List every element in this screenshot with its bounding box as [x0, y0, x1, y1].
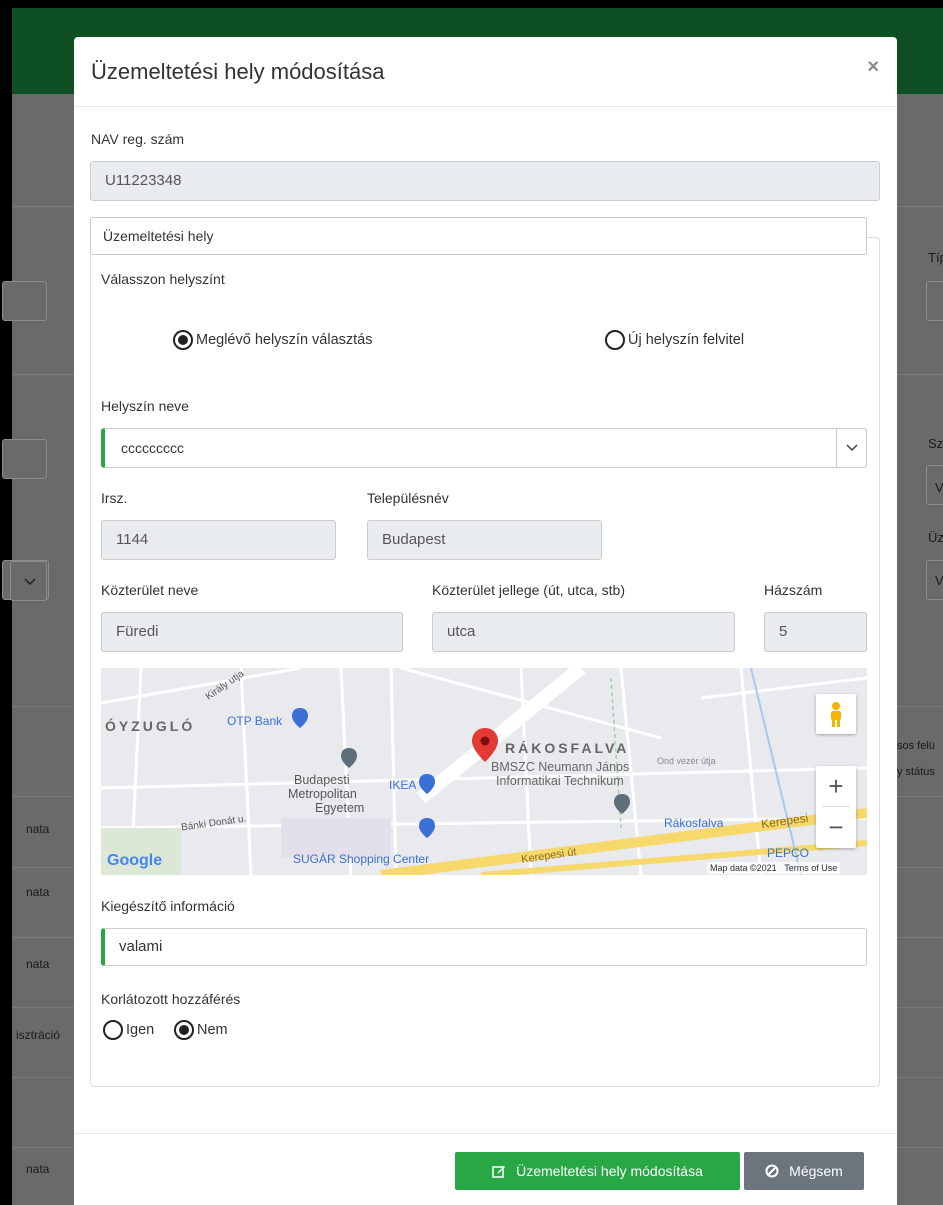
location-name-select[interactable]: ccccccccc	[101, 428, 867, 468]
extra-info-input[interactable]: valami	[101, 928, 867, 966]
edit-location-modal: Üzemeltetési hely módosítása × NAV reg. …	[74, 37, 897, 1205]
radio-restricted-no[interactable]: Nem	[174, 1020, 228, 1040]
cancel-label: Mégsem	[789, 1163, 843, 1179]
bg-row-2: nata	[26, 885, 50, 899]
radio-new-label: Új helyszín felvitel	[628, 332, 745, 348]
street-view-pegman[interactable]	[816, 694, 856, 734]
school-icon	[614, 794, 630, 814]
modal-title: Üzemeltetési hely módosítása	[91, 59, 385, 84]
city-field[interactable]: Budapest	[367, 520, 602, 560]
house-number-label: Házszám	[764, 582, 823, 598]
bg-row-1: nata	[26, 822, 50, 836]
shop-icon-2	[419, 818, 435, 838]
zip-field[interactable]: 1144	[101, 520, 336, 560]
street-type-field[interactable]: utca	[432, 612, 735, 652]
bg-label-sz: Sz	[928, 436, 943, 451]
street-label: Közterület neve	[101, 582, 199, 598]
modal-footer-divider	[74, 1133, 897, 1134]
cancel-button[interactable]: Mégsem	[744, 1152, 864, 1190]
map-label-school1: BMSZC Neumann János	[491, 760, 630, 774]
pegman-icon	[831, 702, 841, 727]
street-type-label: Közterület jellege (út, utca, stb)	[432, 582, 625, 598]
zoom-in-icon[interactable]: +	[816, 766, 856, 806]
bg-text-status2: y státus	[897, 766, 935, 778]
save-location-label: Üzemeltetési hely módosítása	[516, 1163, 703, 1179]
map-pin-icon[interactable]	[472, 728, 498, 762]
choose-location-label: Válasszon helyszínt	[101, 271, 225, 287]
radio-unchecked-icon	[605, 330, 625, 350]
zip-label: Irsz.	[101, 490, 128, 506]
map-roads	[101, 668, 867, 875]
radio-checked-icon	[173, 330, 193, 350]
radio-existing-label: Meglévő helyszín választás	[196, 332, 373, 348]
nav-reg-label: NAV reg. szám	[91, 131, 185, 147]
chevron-down-icon[interactable]	[836, 429, 866, 467]
terms-link[interactable]: Terms of Use	[784, 863, 837, 873]
radio-no-label: Nem	[197, 1022, 228, 1038]
bg-label-uz: Üz	[928, 530, 943, 545]
map-label-uni2: Metropolitan	[288, 787, 357, 801]
map-label-ikea: IKEA	[389, 778, 417, 792]
extra-info-label: Kiegészítő információ	[101, 898, 235, 914]
radio-restricted-yes[interactable]: Igen	[103, 1020, 154, 1040]
location-name-value: ccccccccc	[121, 440, 184, 456]
restricted-access-label: Korlátozott hozzáférés	[101, 991, 241, 1007]
bg-select	[10, 561, 47, 601]
map-attribution: Map data ©2021 Terms of Use	[707, 862, 841, 874]
ban-icon	[765, 1164, 779, 1178]
bank-icon	[292, 708, 308, 728]
map-label-school2: Informatikai Technikum	[496, 774, 624, 788]
save-location-button[interactable]: Üzemeltetési hely módosítása	[455, 1152, 740, 1190]
map-label-pepco: PEPCO	[767, 846, 810, 860]
radio-checked-icon	[174, 1020, 194, 1040]
zoom-out-icon[interactable]: −	[816, 807, 856, 847]
location-name-label: Helyszín neve	[101, 398, 189, 414]
street-field[interactable]: Füredi	[101, 612, 403, 652]
map-label-uni3: Egyetem	[315, 801, 365, 815]
bg-value-v1: V	[935, 480, 943, 495]
zoom-control: + −	[816, 766, 856, 848]
map-label-district2: RÁKOSFALVA	[505, 740, 630, 756]
bg-value-v2: V	[935, 573, 943, 588]
google-logo: Google	[107, 852, 163, 869]
radio-unchecked-icon	[103, 1020, 123, 1040]
radio-yes-label: Igen	[126, 1022, 155, 1038]
edit-icon	[492, 1166, 506, 1178]
bg-row-3: nata	[26, 957, 50, 971]
close-icon[interactable]: ×	[867, 56, 879, 79]
section-title: Üzemeltetési hely	[90, 217, 867, 255]
radio-new-location[interactable]: Új helyszín felvitel	[605, 330, 744, 350]
map-label-rakosfalva-station: Rákosfalva	[664, 816, 724, 830]
map-data-text: Map data ©2021	[710, 863, 777, 873]
map-label-zugloi: Ond vezér útja	[657, 756, 716, 766]
bg-row-5: nata	[26, 1162, 50, 1176]
house-number-field[interactable]: 5	[764, 612, 867, 652]
shop-icon	[419, 774, 435, 794]
location-map[interactable]: ÓYZUGLÓ OTP Bank Király utja RÁKOSFALVA …	[101, 668, 867, 875]
bg-row-4: isztráció	[16, 1028, 61, 1042]
radio-existing-location[interactable]: Meglévő helyszín választás	[173, 330, 373, 350]
nav-reg-field[interactable]: U11223348	[90, 161, 880, 201]
modal-header-divider	[74, 106, 897, 107]
map-label-sugar: SUGÁR Shopping Center	[293, 852, 430, 866]
map-label-uni1: Budapesti	[294, 773, 350, 787]
bg-text-status1: sos felü	[897, 740, 935, 752]
bg-label-tip: Típ	[928, 250, 943, 265]
map-label-otp: OTP Bank	[227, 714, 283, 728]
map-label-district1: ÓYZUGLÓ	[105, 718, 196, 734]
city-label: Településnév	[367, 490, 449, 506]
university-icon	[341, 748, 357, 768]
